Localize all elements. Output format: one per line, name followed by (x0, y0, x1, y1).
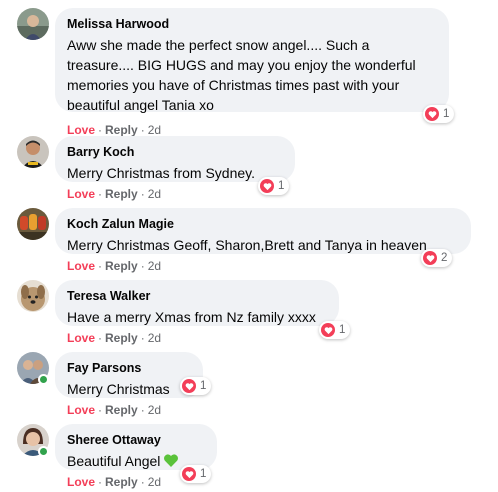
comment-actions: Love · Reply · 2d (67, 474, 161, 490)
separator: · (140, 259, 145, 273)
comment-text: Merry Christmas Geoff, Sharon,Brett and … (67, 237, 427, 253)
comment-text: Merry Christmas (67, 381, 170, 397)
comment-text: Have a merry Xmas from Nz family xxxx (67, 309, 316, 325)
reaction-count: 1 (339, 324, 346, 336)
timestamp[interactable]: 2d (148, 259, 161, 273)
love-reaction-icon (260, 179, 274, 193)
avatar-photo-icon (17, 8, 49, 40)
love-link[interactable]: Love (67, 331, 95, 345)
green-heart-icon (164, 454, 179, 467)
comment-author[interactable]: Barry Koch (67, 144, 283, 160)
comment-author[interactable]: Melissa Harwood (67, 16, 437, 32)
comment-actions: Love · Reply · 2d (67, 330, 161, 346)
timestamp[interactable]: 2d (148, 475, 161, 489)
comment-bubble: Melissa Harwood Aww she made the perfect… (55, 8, 449, 113)
comment-bubble: Teresa Walker Have a merry Xmas from Nz … (55, 280, 339, 326)
timestamp[interactable]: 2d (148, 331, 161, 345)
comment-author[interactable]: Koch Zalun Magie (67, 216, 459, 232)
love-link[interactable]: Love (67, 123, 95, 137)
comment-bubble: Sheree Ottaway Beautiful Angel (55, 424, 217, 470)
timestamp[interactable]: 2d (148, 187, 161, 201)
reaction-count: 1 (200, 468, 207, 480)
comment-text: Merry Christmas from Sydney. (67, 165, 255, 181)
love-reaction-icon (182, 379, 196, 393)
love-reaction-icon (182, 467, 196, 481)
love-reaction-icon (425, 107, 439, 121)
online-status-indicator (38, 446, 49, 457)
separator: · (140, 187, 145, 201)
reply-link[interactable]: Reply (105, 187, 138, 201)
reaction-count: 1 (200, 380, 207, 392)
avatar[interactable] (17, 8, 49, 40)
reply-link[interactable]: Reply (105, 259, 138, 273)
avatar[interactable] (17, 280, 49, 312)
reply-link[interactable]: Reply (105, 403, 138, 417)
reaction-badge[interactable]: 1 (423, 105, 455, 123)
avatar-photo-icon (17, 136, 49, 168)
separator: · (140, 123, 145, 137)
comment-author[interactable]: Sheree Ottaway (67, 432, 205, 448)
love-link[interactable]: Love (67, 259, 95, 273)
separator: · (140, 475, 145, 489)
timestamp[interactable]: 2d (148, 403, 161, 417)
love-reaction-icon (423, 251, 437, 265)
love-link[interactable]: Love (67, 187, 95, 201)
separator: · (98, 123, 103, 137)
comment-author[interactable]: Teresa Walker (67, 288, 327, 304)
reply-link[interactable]: Reply (105, 331, 138, 345)
reaction-count: 1 (443, 108, 450, 120)
avatar[interactable] (17, 208, 49, 240)
comment-text-line: Aww she made the perfect snow angel.... … (67, 37, 370, 53)
avatar-photo-icon (17, 280, 49, 312)
separator: · (98, 331, 103, 345)
comment-text-line: treasure.... BIG HUGS and may you enjoy … (67, 57, 416, 73)
separator: · (98, 187, 103, 201)
comment-actions: Love · Reply · 2d (67, 186, 161, 202)
comment-bubble: Barry Koch Merry Christmas from Sydney. (55, 136, 295, 182)
reaction-badge[interactable]: 1 (258, 177, 290, 195)
reply-link[interactable]: Reply (105, 123, 138, 137)
reaction-badge[interactable]: 1 (180, 377, 212, 395)
reaction-badge[interactable]: 1 (319, 321, 351, 339)
timestamp[interactable]: 2d (148, 123, 161, 137)
comment-actions: Love · Reply · 2d (67, 258, 161, 274)
avatar[interactable] (17, 136, 49, 168)
comment-author[interactable]: Fay Parsons (67, 360, 191, 376)
reaction-count: 1 (278, 180, 285, 192)
reaction-count: 2 (441, 252, 448, 264)
online-status-indicator (38, 374, 49, 385)
comment-bubble: Koch Zalun Magie Merry Christmas Geoff, … (55, 208, 471, 254)
comment-text-line: memories you have of Christmas times pas… (67, 77, 400, 93)
comment-text: Beautiful Angel (67, 453, 161, 469)
separator: · (98, 475, 103, 489)
reaction-badge[interactable]: 2 (421, 249, 453, 267)
love-reaction-icon (321, 323, 335, 337)
love-link[interactable]: Love (67, 403, 95, 417)
comment-text-line: beautiful angel Tania xo (67, 97, 214, 113)
love-link[interactable]: Love (67, 475, 95, 489)
separator: · (98, 259, 103, 273)
separator: · (140, 403, 145, 417)
comment-actions: Love · Reply · 2d (67, 402, 161, 418)
reply-link[interactable]: Reply (105, 475, 138, 489)
separator: · (98, 403, 103, 417)
reaction-badge[interactable]: 1 (180, 465, 212, 483)
separator: · (140, 331, 145, 345)
avatar-photo-icon (17, 208, 49, 240)
